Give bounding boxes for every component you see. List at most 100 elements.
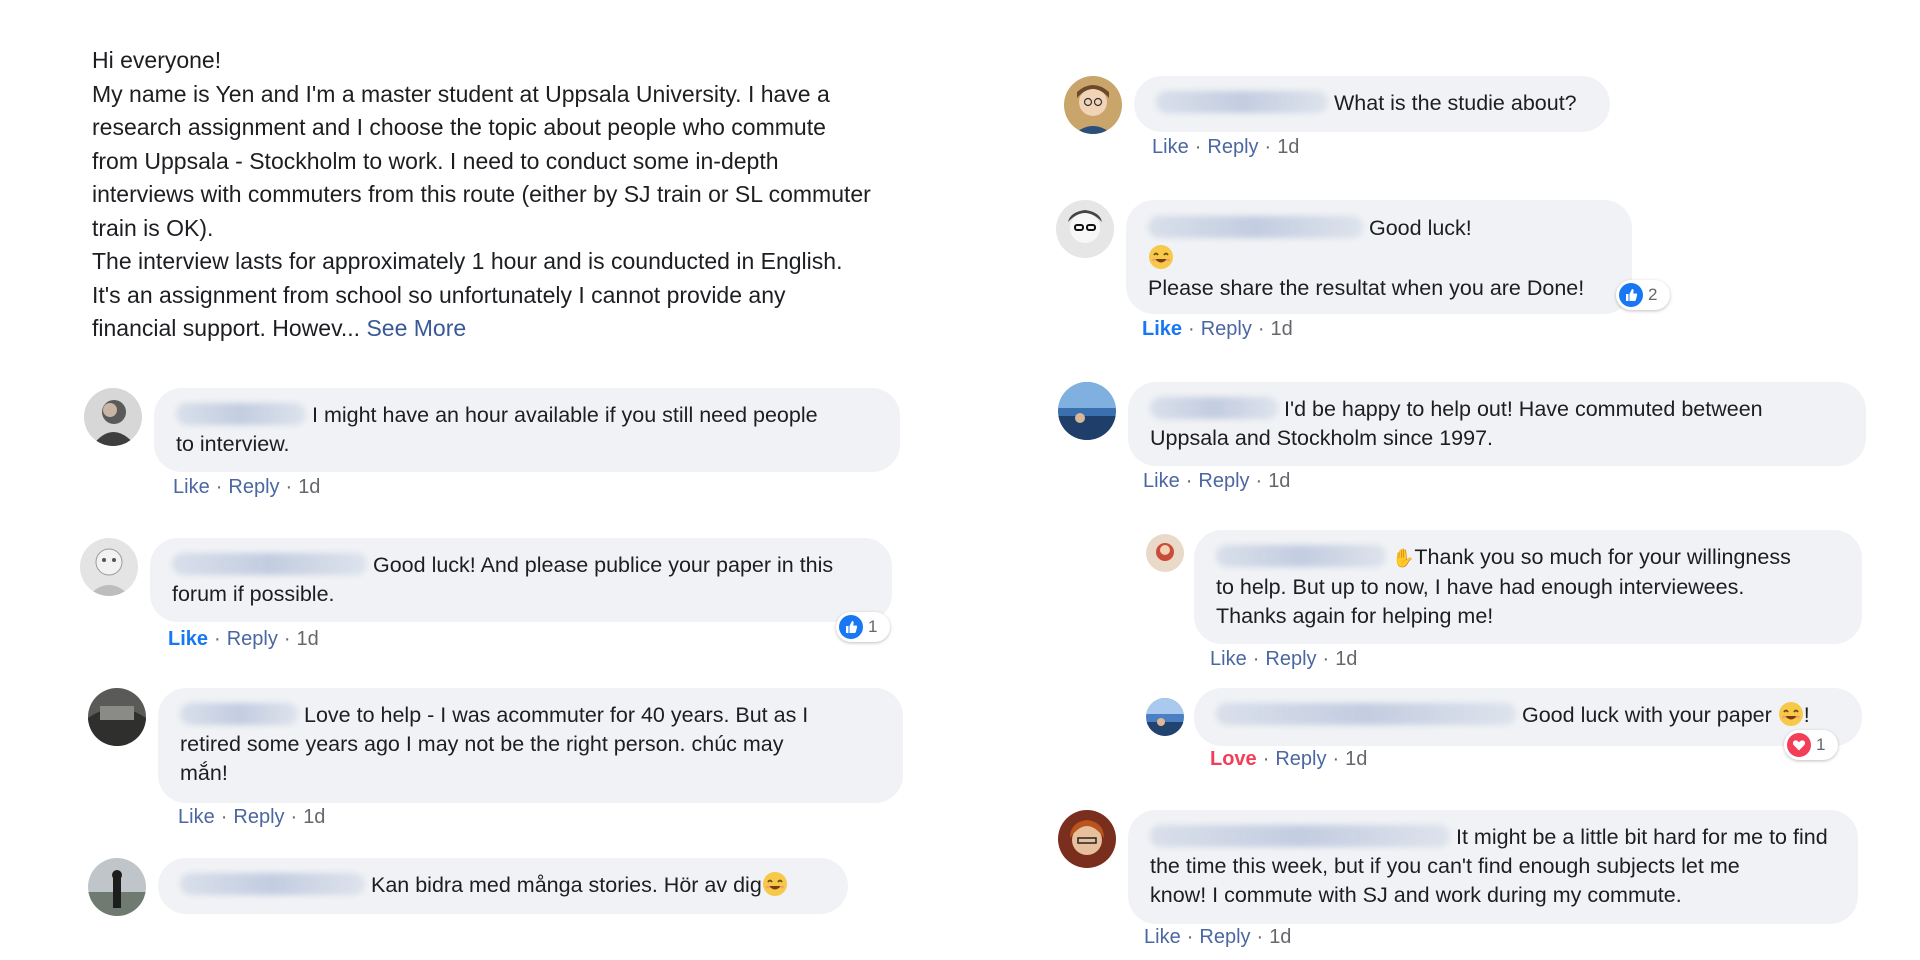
comment-text: to interview. xyxy=(176,432,290,456)
comment-actions: Like · Reply · 1d xyxy=(1210,648,1357,671)
separator: · xyxy=(1185,470,1193,492)
reaction-summary[interactable]: 1 xyxy=(1784,730,1838,760)
reply-button[interactable]: Reply xyxy=(1199,926,1250,948)
separator: · xyxy=(220,806,228,828)
avatar[interactable] xyxy=(1146,698,1184,736)
comment-bubble: ✋Thank you so much for your willingness … xyxy=(1194,530,1862,644)
like-button[interactable]: Like xyxy=(168,628,208,650)
comment-text: I might have an hour available if you st… xyxy=(312,403,818,427)
comment-text: to help. But up to now, I have had enoug… xyxy=(1216,575,1745,599)
author-name[interactable] xyxy=(1150,397,1278,419)
comment-actions: Love · Reply · 1d xyxy=(1210,748,1367,771)
separator: · xyxy=(1186,926,1194,948)
love-button[interactable]: Love xyxy=(1210,748,1257,770)
author-name[interactable] xyxy=(1216,545,1386,567)
thumbs-up-icon xyxy=(839,615,863,639)
comment-text: Love to help - I was acommuter for 40 ye… xyxy=(304,703,809,727)
timestamp[interactable]: 1d xyxy=(1277,136,1299,158)
timestamp[interactable]: 1d xyxy=(1269,926,1291,948)
comment-text: forum if possible. xyxy=(172,582,335,606)
reaction-summary[interactable]: 1 xyxy=(836,612,890,642)
reply-button[interactable]: Reply xyxy=(233,806,284,828)
comment-actions: Like · Reply · 1d xyxy=(168,628,319,651)
comment-bubble: Good luck with your paper ! xyxy=(1194,688,1862,746)
avatar[interactable] xyxy=(1058,382,1116,440)
separator: · xyxy=(1188,318,1195,340)
avatar[interactable] xyxy=(1056,200,1114,258)
timestamp[interactable]: 1d xyxy=(1335,648,1357,670)
post-line: My name is Yen and I'm a master student … xyxy=(92,80,830,107)
comment-text: ! xyxy=(1803,703,1810,727)
comment-text: Good luck! And please publice your paper… xyxy=(373,553,834,577)
like-button[interactable]: Like xyxy=(173,476,210,498)
comment-text: Please share the resultat when you are D… xyxy=(1148,276,1585,300)
comment-text: the time this week, but if you can't fin… xyxy=(1150,854,1740,878)
post-line-text: financial support. Howev... xyxy=(92,315,367,341)
post-line: from Uppsala - Stockholm to work. I need… xyxy=(92,147,779,174)
reply-button[interactable]: Reply xyxy=(1265,648,1316,670)
timestamp[interactable]: 1d xyxy=(1268,470,1290,492)
separator: · xyxy=(1322,648,1330,670)
comment-text: I'd be happy to help out! Have commuted … xyxy=(1284,397,1763,421)
reply-button[interactable]: Reply xyxy=(228,476,279,498)
like-button[interactable]: Like xyxy=(1142,318,1182,340)
avatar[interactable] xyxy=(80,538,138,596)
reply-button[interactable]: Reply xyxy=(1201,318,1252,340)
author-name[interactable] xyxy=(1156,91,1328,113)
see-more-link[interactable]: See More xyxy=(366,315,466,341)
reaction-count: 1 xyxy=(868,617,878,636)
like-button[interactable]: Like xyxy=(1210,648,1247,670)
reply-button[interactable]: Reply xyxy=(227,628,278,650)
separator: · xyxy=(1194,136,1202,158)
comment-bubble: Kan bidra med många stories. Hör av dig xyxy=(158,858,848,914)
comment-actions: Like · Reply · 1d xyxy=(1142,318,1293,341)
separator: · xyxy=(1332,748,1340,770)
author-name[interactable] xyxy=(1148,216,1363,238)
comment-text: know! I commute with SJ and work during … xyxy=(1150,883,1682,907)
avatar[interactable] xyxy=(88,858,146,916)
separator: · xyxy=(290,806,298,828)
timestamp[interactable]: 1d xyxy=(1345,748,1367,770)
author-name[interactable] xyxy=(176,403,306,425)
post-line: It's an assignment from school so unfort… xyxy=(92,281,786,308)
reply-button[interactable]: Reply xyxy=(1207,136,1258,158)
avatar[interactable] xyxy=(1146,534,1184,572)
comment-text: Good luck with your paper xyxy=(1522,703,1772,727)
timestamp[interactable]: 1d xyxy=(1271,318,1293,340)
avatar[interactable] xyxy=(84,388,142,446)
timestamp[interactable]: 1d xyxy=(298,476,320,498)
separator: · xyxy=(1256,926,1264,948)
author-name[interactable] xyxy=(1216,703,1516,725)
comment-text: mắn! xyxy=(180,761,228,785)
avatar[interactable] xyxy=(1058,810,1116,868)
post-line: interviews with commuters from this rout… xyxy=(92,181,871,207)
author-name[interactable] xyxy=(180,873,365,895)
like-button[interactable]: Like xyxy=(1152,136,1189,158)
author-name[interactable] xyxy=(180,703,298,725)
timestamp[interactable]: 1d xyxy=(303,806,325,828)
comment-text: Good luck! xyxy=(1369,216,1472,240)
comment-text: Kan bidra med många stories. Hör av dig xyxy=(371,873,762,897)
reaction-summary[interactable]: 2 xyxy=(1616,280,1670,310)
like-button[interactable]: Like xyxy=(178,806,215,828)
smiling-face-emoji xyxy=(1148,244,1174,270)
post-line: train is OK). xyxy=(92,214,214,241)
like-button[interactable]: Like xyxy=(1144,926,1181,948)
comment-actions: Like · Reply · 1d xyxy=(1143,470,1290,493)
comment-actions: Like · Reply · 1d xyxy=(1144,926,1291,949)
reply-button[interactable]: Reply xyxy=(1275,748,1326,770)
separator: · xyxy=(1264,136,1272,158)
comment-bubble: Good luck! Please share the resultat whe… xyxy=(1126,200,1632,314)
author-name[interactable] xyxy=(1150,825,1450,847)
post-greeting: Hi everyone! xyxy=(92,47,222,73)
timestamp[interactable]: 1d xyxy=(297,628,319,650)
avatar[interactable] xyxy=(88,688,146,746)
author-name[interactable] xyxy=(172,553,367,575)
separator: · xyxy=(1255,470,1263,492)
separator: · xyxy=(1252,648,1260,670)
reply-button[interactable]: Reply xyxy=(1198,470,1249,492)
comment-bubble: I might have an hour available if you st… xyxy=(154,388,900,472)
avatar[interactable] xyxy=(1064,76,1122,134)
comment-text: What is the studie about? xyxy=(1334,91,1577,115)
like-button[interactable]: Like xyxy=(1143,470,1180,492)
